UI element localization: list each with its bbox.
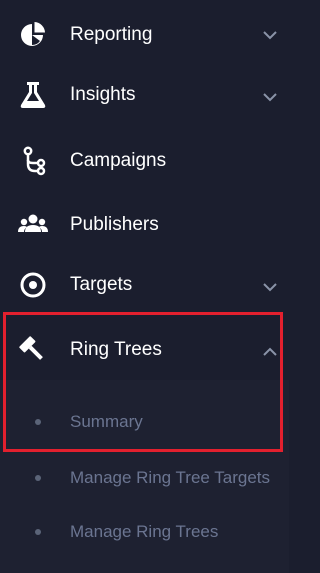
nav-item-publishers[interactable]: Publishers [0,195,289,255]
bullet-icon [35,475,41,481]
pie-chart-icon [18,20,48,50]
submenu-label-summary: Summary [70,412,143,431]
nav-label-targets: Targets [70,274,133,295]
branch-icon [18,146,48,176]
nav-item-reporting[interactable]: Reporting [0,5,289,65]
target-icon [18,270,48,300]
nav-label-campaigns: Campaigns [70,150,167,171]
nav-label-ring-trees: Ring Trees [70,339,162,360]
chevron-down-icon[interactable] [262,282,278,292]
nav-label-insights: Insights [70,84,136,105]
chevron-down-icon[interactable] [262,92,278,102]
nav-label-publishers: Publishers [70,214,159,235]
submenu-item-manage-ring-trees[interactable]: Manage Ring Trees [0,508,289,556]
chevron-down-icon[interactable] [262,30,278,40]
submenu-item-summary[interactable]: Summary [0,398,289,446]
users-icon [18,210,48,240]
bullet-icon [35,419,41,425]
flask-icon [18,80,48,110]
submenu-item-manage-ring-tree-targets[interactable]: Manage Ring Tree Targets [0,454,289,502]
nav-label-reporting: Reporting [70,24,153,45]
submenu-label-manage-ring-trees: Manage Ring Trees [70,522,219,541]
chevron-up-icon[interactable] [262,347,278,357]
bullet-icon [35,529,41,535]
nav-item-insights[interactable]: Insights [0,65,289,125]
nav-item-campaigns[interactable]: Campaigns [0,130,289,190]
nav-item-targets[interactable]: Targets [0,255,289,315]
nav-item-ring-trees[interactable]: Ring Trees [0,320,289,380]
gavel-icon [18,335,48,365]
submenu-label-manage-ring-tree-targets: Manage Ring Tree Targets [70,468,271,487]
